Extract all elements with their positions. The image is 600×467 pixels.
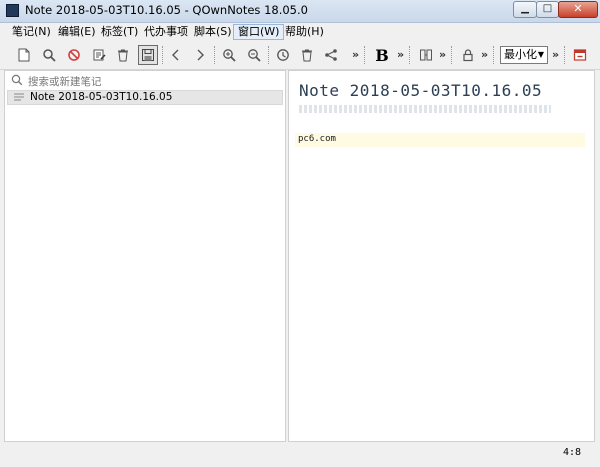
- trash-alt-icon[interactable]: [297, 45, 317, 65]
- note-list-panel: 搜索或新建笔记 Note 2018-05-03T10.16.05: [4, 70, 286, 442]
- save-icon[interactable]: [138, 45, 158, 65]
- minimize-button[interactable]: ▁: [513, 1, 537, 18]
- edit-icon[interactable]: [89, 45, 109, 65]
- toolbar-separator: [409, 46, 411, 64]
- close-button[interactable]: ✕: [558, 1, 598, 18]
- split-view-icon[interactable]: [416, 45, 436, 65]
- maximize-button[interactable]: □: [536, 1, 559, 18]
- title-bar: Note 2018-05-03T10.16.05 - QOwnNotes 18.…: [0, 0, 600, 23]
- toolbar-separator: [564, 46, 566, 64]
- find-icon[interactable]: [39, 45, 59, 65]
- note-icon: [14, 93, 24, 101]
- menu-help[interactable]: 帮助(H): [281, 24, 328, 40]
- menu-note[interactable]: 笔记(N): [8, 24, 55, 40]
- search-icon: [11, 74, 23, 86]
- toolbar-separator: [493, 46, 495, 64]
- toolbar-separator: [162, 46, 164, 64]
- zoom-out-icon[interactable]: [244, 45, 264, 65]
- menu-edit[interactable]: 编辑(E): [54, 24, 100, 40]
- toolbar-separator: [268, 46, 270, 64]
- lock-icon[interactable]: [458, 45, 478, 65]
- menu-window[interactable]: 窗口(W): [233, 24, 285, 40]
- menu-scripts[interactable]: 脚本(S): [190, 24, 236, 40]
- chevron-down-icon: ▼: [537, 50, 544, 59]
- toolbar-more-1[interactable]: »: [352, 48, 359, 61]
- status-bar: 4:8: [0, 444, 600, 467]
- search-placeholder: 搜索或新建笔记: [28, 76, 102, 88]
- note-title: Note 2018-05-03T10.16.05: [30, 91, 173, 103]
- window-title: Note 2018-05-03T10.16.05 - QOwnNotes 18.…: [25, 3, 308, 17]
- note-list-item[interactable]: Note 2018-05-03T10.16.05: [7, 90, 283, 105]
- menu-todo[interactable]: 代办事项: [140, 24, 192, 40]
- app-icon: [6, 4, 19, 17]
- toolbar-separator: [451, 46, 453, 64]
- share-icon[interactable]: [321, 45, 341, 65]
- heading-underline: [299, 105, 551, 113]
- toolbar-separator: [214, 46, 216, 64]
- delete-forbidden-icon[interactable]: [64, 45, 84, 65]
- current-line-highlight: pc6.com: [295, 133, 585, 147]
- search-input[interactable]: 搜索或新建笔记: [8, 73, 280, 89]
- toolbar-separator: [364, 46, 366, 64]
- back-icon[interactable]: [166, 45, 186, 65]
- forward-icon[interactable]: [190, 45, 210, 65]
- toolbar: » B » » » 最小化 ▼ »: [0, 41, 600, 70]
- menu-bar: 笔记(N) 编辑(E) 标签(T) 代办事项 脚本(S) 窗口(W) 帮助(H): [0, 23, 600, 41]
- note-editor[interactable]: Note 2018-05-03T10.16.05 pc6.com: [288, 70, 595, 442]
- menu-tags[interactable]: 标签(T): [97, 24, 142, 40]
- note-heading: Note 2018-05-03T10.16.05: [299, 81, 543, 100]
- trash-icon[interactable]: [113, 45, 133, 65]
- view-mode-select[interactable]: 最小化 ▼: [500, 46, 548, 64]
- toolbar-more-5[interactable]: »: [552, 48, 559, 61]
- zoom-in-icon[interactable]: [219, 45, 239, 65]
- toolbar-more-3[interactable]: »: [439, 48, 446, 61]
- note-text-line: pc6.com: [298, 134, 336, 144]
- toolbar-more-4[interactable]: »: [481, 48, 488, 61]
- history-icon[interactable]: [273, 45, 293, 65]
- bold-icon[interactable]: B: [372, 45, 392, 65]
- view-mode-value: 最小化: [504, 48, 537, 61]
- toolbar-more-2[interactable]: »: [397, 48, 404, 61]
- new-note-icon[interactable]: [14, 45, 34, 65]
- cursor-position: 4:8: [563, 447, 582, 458]
- minimize-pane-icon[interactable]: [570, 45, 590, 65]
